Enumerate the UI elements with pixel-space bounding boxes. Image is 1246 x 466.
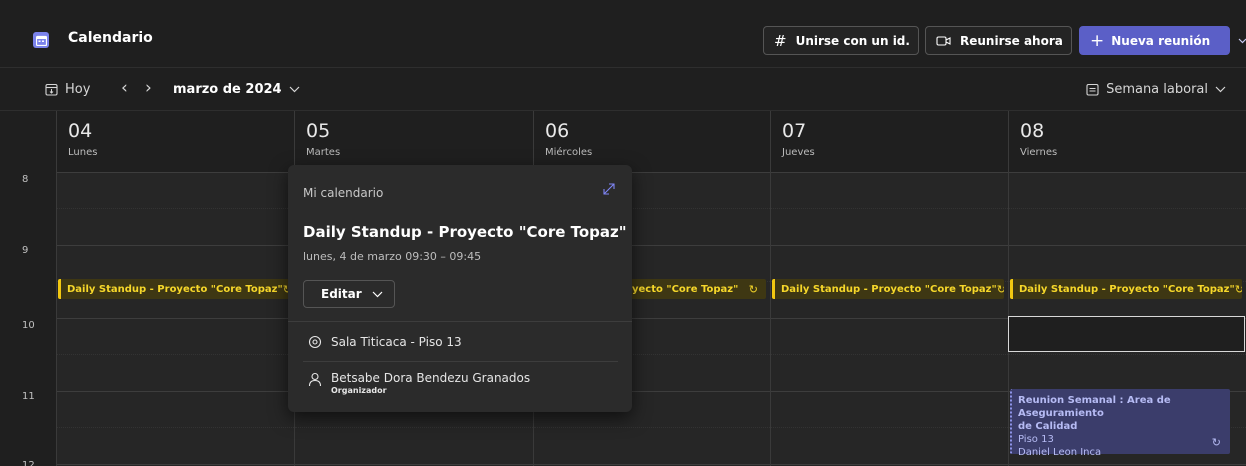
calendar-event-standup[interactable]: yecto "Core Topaz" ↻ <box>620 279 766 299</box>
divider <box>288 321 632 322</box>
day-name: Jueves <box>782 147 815 158</box>
divider <box>303 361 618 362</box>
event-title: yecto "Core Topaz" <box>632 283 739 295</box>
calendar-app: Calendario # Unirse con un id. Reunirse … <box>0 0 1246 466</box>
event-title-line2: de Calidad <box>1018 421 1078 432</box>
hour-label: 12 <box>22 460 35 466</box>
chevron-right-icon: › <box>145 78 152 98</box>
event-title: Daily Standup - Proyecto "Core Topaz" <box>781 283 997 295</box>
edit-label: Editar <box>321 287 362 301</box>
day-number: 08 <box>1020 120 1045 142</box>
new-meeting-dropdown-button[interactable] <box>1238 27 1246 54</box>
today-label: Hoy <box>65 82 91 97</box>
selected-time-slot[interactable] <box>1008 316 1245 352</box>
day-name: Viernes <box>1020 147 1058 158</box>
hash-icon: # <box>774 31 787 50</box>
calendar-event-standup[interactable]: Daily Standup - Proyecto "Core Topaz" ↻ <box>1010 279 1242 299</box>
new-meeting-main[interactable]: + Nueva reunión <box>1080 27 1220 54</box>
calendar-icon <box>33 32 49 48</box>
new-meeting-button[interactable]: + Nueva reunión <box>1079 26 1246 55</box>
meet-now-button[interactable]: Reunirse ahora <box>925 26 1072 55</box>
organizer-role: Organizador <box>331 386 387 395</box>
day-name: Miércoles <box>545 147 593 158</box>
recurring-icon: ↻ <box>748 282 758 296</box>
event-details-popup: Mi calendario Daily Standup - Proyecto "… <box>288 165 632 412</box>
chevron-down-icon <box>289 86 300 93</box>
view-selector[interactable]: Semana laboral <box>1086 82 1226 97</box>
next-week-button[interactable]: › <box>145 78 152 98</box>
chevron-down-icon <box>372 291 383 298</box>
chevron-left-icon: ‹ <box>121 78 128 98</box>
expand-icon[interactable] <box>602 182 616 200</box>
organizer-name: Betsabe Dora Bendezu Granados <box>331 371 531 385</box>
day-header: 08 Viernes <box>1009 111 1246 172</box>
day-name: Lunes <box>68 147 98 158</box>
today-button[interactable]: Hoy <box>45 82 90 97</box>
day-body[interactable] <box>771 172 1008 466</box>
chevron-down-icon <box>1215 86 1226 93</box>
event-location: Piso 13 <box>1018 434 1054 445</box>
plus-icon: + <box>1090 30 1105 51</box>
calendar-event-standup[interactable]: Daily Standup - Proyecto "Core Topaz" ↻ <box>772 279 1004 299</box>
hour-label: 11 <box>22 391 35 402</box>
meet-now-label: Reunirse ahora <box>960 33 1063 48</box>
day-header: 07 Jueves <box>771 111 1008 172</box>
previous-week-button[interactable]: ‹ <box>121 78 128 98</box>
organizer-row: Betsabe Dora Bendezu Granados Organizado… <box>308 371 530 395</box>
calendar-toolbar: Hoy ‹ › marzo de 2024 Semana laboral <box>0 68 1246 111</box>
day-header: 06 Miércoles <box>534 111 770 172</box>
month-picker[interactable]: marzo de 2024 <box>173 82 300 97</box>
location-pin-icon <box>308 335 322 349</box>
person-icon <box>308 372 322 387</box>
page-title: Calendario <box>68 30 153 46</box>
calendar-today-icon <box>45 83 58 96</box>
view-label: Semana laboral <box>1106 82 1208 97</box>
hour-label: 9 <box>22 245 29 256</box>
day-number: 05 <box>306 120 331 142</box>
month-label: marzo de 2024 <box>173 82 282 97</box>
calendar-event-standup[interactable]: Daily Standup - Proyecto "Core Topaz" ↻ <box>58 279 290 299</box>
calendar-view-icon <box>1086 83 1099 96</box>
event-location-row: Sala Titicaca - Piso 13 <box>308 335 462 349</box>
day-body[interactable] <box>57 172 294 466</box>
new-meeting-label: Nueva reunión <box>1111 33 1211 48</box>
event-title: Daily Standup - Proyecto "Core Topaz" <box>67 283 283 295</box>
event-organizer: Daniel Leon Inca <box>1018 447 1102 458</box>
video-camera-icon <box>936 35 951 47</box>
chevron-down-icon <box>1238 38 1246 44</box>
join-with-id-label: Unirse con un id. <box>795 33 910 48</box>
hour-label: 8 <box>22 174 29 185</box>
hour-label: 10 <box>22 320 35 331</box>
day-header: 05 Martes <box>295 111 533 172</box>
recurring-icon: ↻ <box>1211 436 1221 449</box>
join-with-id-button[interactable]: # Unirse con un id. <box>763 26 919 55</box>
day-number: 07 <box>782 120 807 142</box>
location-label: Sala Titicaca - Piso 13 <box>331 335 462 349</box>
day-number: 04 <box>68 120 93 142</box>
calendar-name: Mi calendario <box>303 186 384 200</box>
day-header: 04 Lunes <box>57 111 294 172</box>
recurring-icon: ↻ <box>1235 283 1242 296</box>
event-title: Daily Standup - Proyecto "Core Topaz" <box>303 223 627 241</box>
time-gutter: 8 9 10 11 12 <box>0 111 56 466</box>
recurring-icon: ↻ <box>997 283 1004 296</box>
edit-button[interactable]: Editar <box>303 280 395 308</box>
day-name: Martes <box>306 147 341 158</box>
day-number: 06 <box>545 120 570 142</box>
calendar-event-weekly-meeting[interactable]: Reunion Semanal : Area de Aseguramiento … <box>1010 389 1230 458</box>
event-title: Daily Standup - Proyecto "Core Topaz" <box>1019 283 1235 295</box>
app-header: Calendario # Unirse con un id. Reunirse … <box>0 10 1246 68</box>
event-time: lunes, 4 de marzo 09:30 – 09:45 <box>303 250 482 263</box>
event-title-line1: Reunion Semanal : Area de Aseguramiento <box>1018 395 1171 419</box>
